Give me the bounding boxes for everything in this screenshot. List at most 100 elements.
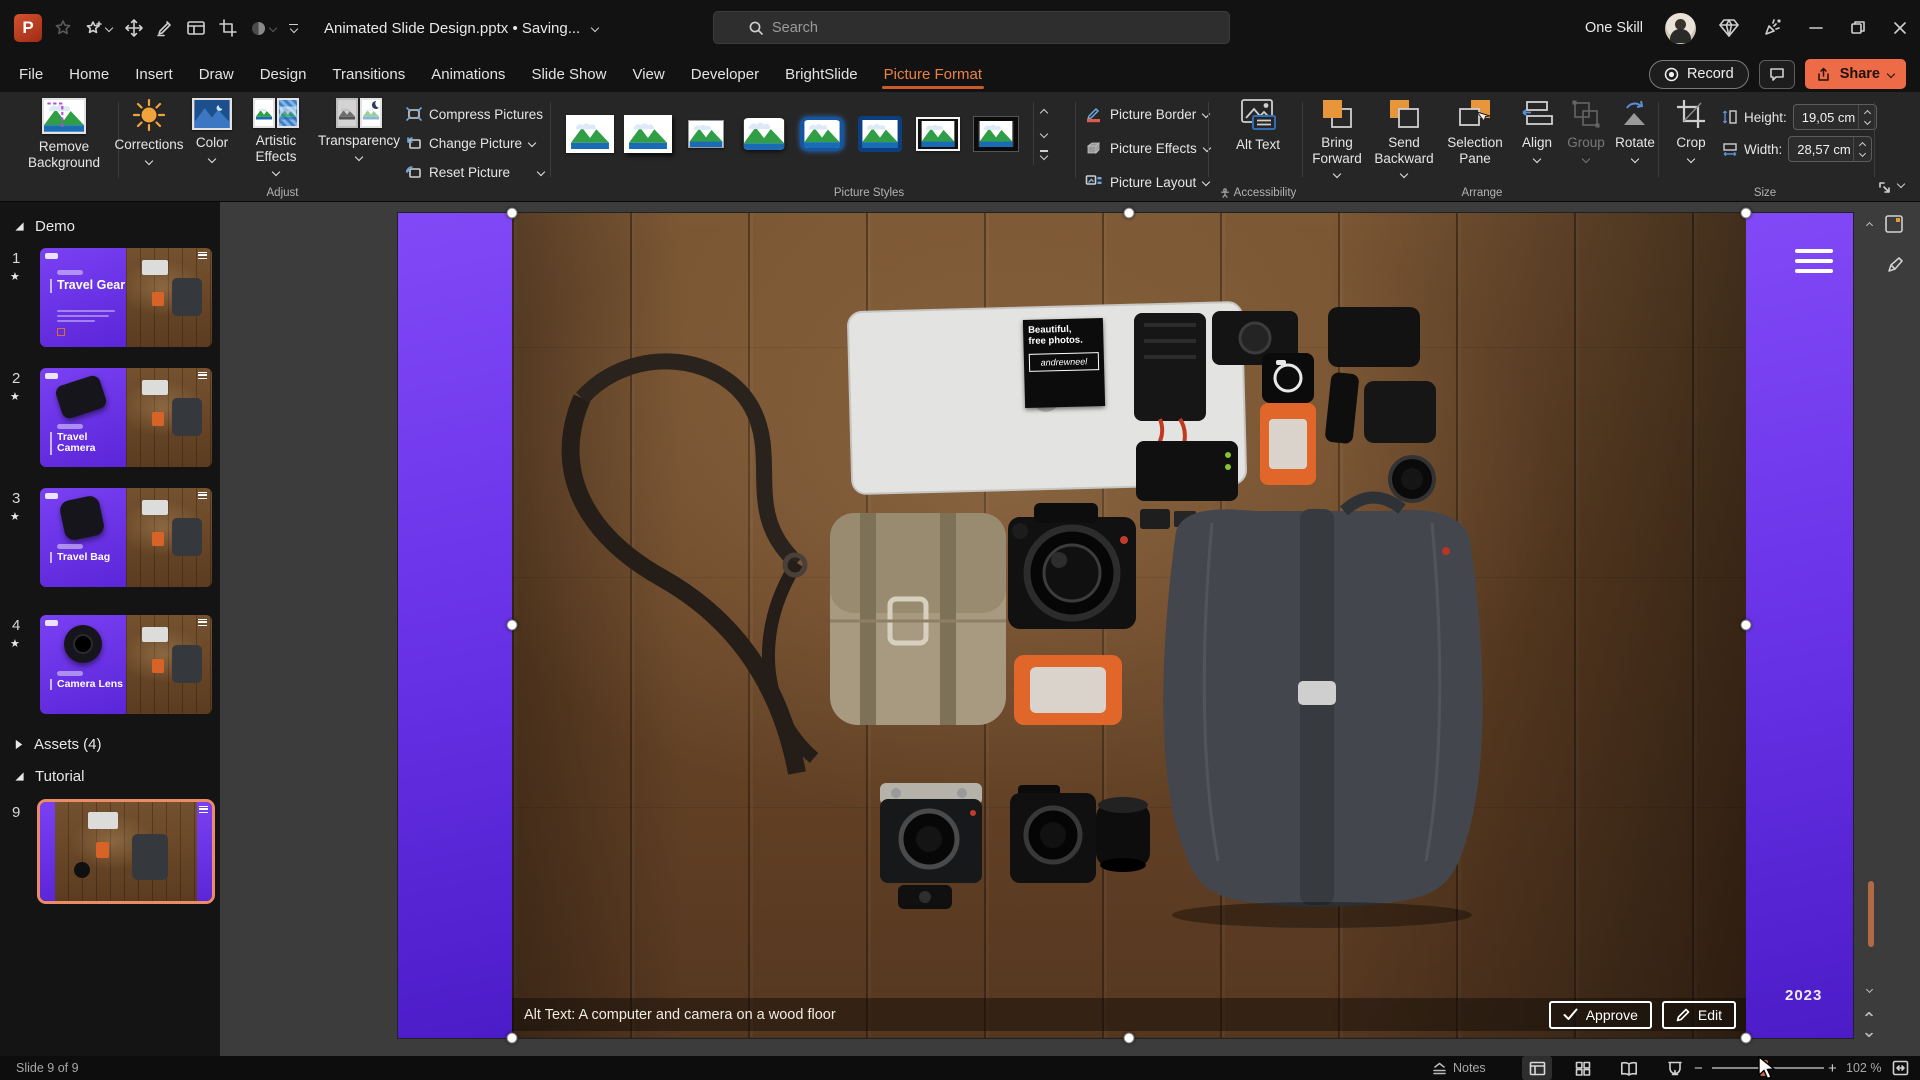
previous-slide-button[interactable] (1867, 1003, 1872, 1021)
width-input[interactable]: 28,57 cm (1788, 136, 1872, 162)
shape-fill-button[interactable] (250, 20, 276, 37)
slideshow-view-button[interactable] (1660, 1056, 1690, 1080)
rotate-button[interactable]: Rotate (1612, 98, 1658, 184)
comments-button[interactable] (1759, 60, 1795, 89)
crop-tool-icon[interactable] (219, 19, 237, 37)
approve-button[interactable]: Approve (1549, 1001, 1652, 1029)
task-pane-icon[interactable] (1884, 214, 1904, 234)
height-input[interactable]: 19,05 cm (1793, 104, 1877, 130)
fit-to-window-button[interactable] (1892, 1056, 1909, 1080)
photo-camera-gear[interactable]: Beautiful, free photos. andrewneel Alt T… (512, 213, 1746, 1038)
compress-pictures-button[interactable]: Compress Pictures (406, 102, 556, 126)
minimize-icon[interactable] (1806, 19, 1826, 37)
selection-handle[interactable] (1124, 208, 1135, 219)
search-box[interactable]: Search (713, 11, 1230, 44)
width-spinner[interactable] (1853, 137, 1871, 161)
record-button[interactable]: Record (1649, 60, 1749, 89)
tab-insert[interactable]: Insert (122, 56, 186, 92)
size-dialog-launcher-icon[interactable] (1878, 181, 1891, 194)
powerpoint-logo[interactable]: P (14, 14, 42, 42)
picture-style-thumb[interactable] (737, 102, 791, 166)
tab-transitions[interactable]: Transitions (319, 56, 418, 92)
picture-style-thumb[interactable] (563, 102, 617, 166)
notes-button[interactable]: Notes (1432, 1056, 1486, 1080)
artistic-effects-button[interactable]: Artistic Effects (240, 98, 312, 184)
tab-animations[interactable]: Animations (418, 56, 518, 92)
selection-handle[interactable] (1741, 1033, 1752, 1044)
normal-view-button[interactable] (1522, 1056, 1552, 1080)
picture-style-thumb[interactable] (853, 102, 907, 166)
move-tool-icon[interactable] (125, 19, 143, 37)
tab-developer[interactable]: Developer (678, 56, 772, 92)
send-backward-button[interactable]: Send Backward (1370, 98, 1438, 184)
zoom-level[interactable]: 102 % (1846, 1056, 1881, 1080)
favorite-star-icon[interactable] (54, 19, 72, 37)
picture-effects-button[interactable]: Picture Effects (1085, 134, 1211, 162)
whats-new-icon[interactable] (1762, 18, 1784, 38)
next-slide-button[interactable] (1867, 1025, 1872, 1043)
selection-handle[interactable] (507, 208, 518, 219)
change-picture-button[interactable]: Change Picture (406, 131, 556, 155)
restore-icon[interactable] (1848, 19, 1868, 37)
title-chevron-icon[interactable] (591, 24, 599, 32)
alt-text-button[interactable]: Alt Text (1226, 98, 1290, 184)
slide-thumbnail-2[interactable]: Travel Camera (40, 368, 212, 467)
zoom-slider-handle[interactable] (1760, 1060, 1768, 1076)
tab-slide-show[interactable]: Slide Show (518, 56, 619, 92)
share-button[interactable]: Share (1805, 59, 1906, 89)
picture-style-thumb[interactable] (911, 102, 965, 166)
tab-draw[interactable]: Draw (186, 56, 247, 92)
gallery-more-button[interactable] (1034, 144, 1054, 165)
remove-background-button[interactable]: Remove Background (16, 98, 112, 184)
slide[interactable]: Beautiful, free photos. andrewneel Alt T… (398, 213, 1853, 1038)
picture-border-button[interactable]: Picture Border (1085, 100, 1211, 128)
tab-picture-format[interactable]: Picture Format (871, 56, 995, 92)
tab-view[interactable]: View (619, 56, 677, 92)
section-tutorial[interactable]: Tutorial (14, 768, 84, 785)
tab-home[interactable]: Home (56, 56, 122, 92)
selection-handle[interactable] (1741, 620, 1752, 631)
color-button[interactable]: Color (186, 98, 238, 184)
section-demo[interactable]: Demo (14, 218, 75, 235)
edit-button[interactable]: Edit (1662, 1001, 1736, 1029)
gallery-up-button[interactable] (1034, 102, 1054, 123)
corrections-button[interactable]: Corrections (110, 98, 188, 184)
customize-qat-button[interactable] (289, 24, 298, 33)
collapse-ribbon-button[interactable] (1898, 176, 1904, 194)
picture-style-thumb[interactable] (679, 102, 733, 166)
zoom-slider-track[interactable] (1712, 1067, 1824, 1069)
tab-file[interactable]: File (6, 56, 56, 92)
selection-handle[interactable] (1124, 1033, 1135, 1044)
slide-indicator[interactable]: Slide 9 of 9 (16, 1056, 79, 1080)
star-add-button[interactable] (85, 19, 112, 37)
tab-design[interactable]: Design (247, 56, 320, 92)
tab-brightslide[interactable]: BrightSlide (772, 56, 871, 92)
layout-pane-icon[interactable] (187, 20, 206, 36)
slide-thumbnail-3[interactable]: Travel Bag (40, 488, 212, 587)
slide-thumbnail-4[interactable]: Camera Lens (40, 615, 212, 714)
account-name[interactable]: One Skill (1585, 20, 1643, 36)
close-icon[interactable] (1890, 19, 1910, 37)
vertical-scrollbar[interactable] (1866, 213, 1876, 1042)
reset-picture-button[interactable]: Reset Picture (406, 160, 556, 184)
picture-layout-button[interactable]: Picture Layout (1085, 168, 1211, 196)
scroll-down-icon[interactable] (1867, 981, 1872, 999)
selection-pane-button[interactable]: Selection Pane (1440, 98, 1510, 184)
picture-style-thumb[interactable] (795, 102, 849, 166)
slide-sorter-view-button[interactable] (1568, 1056, 1598, 1080)
premium-diamond-icon[interactable] (1718, 18, 1740, 38)
section-assets[interactable]: Assets (4) (14, 736, 102, 753)
highlighter-icon[interactable] (156, 19, 174, 37)
picture-style-thumb[interactable] (969, 102, 1023, 166)
scrollbar-thumb[interactable] (1868, 881, 1874, 947)
ink-pen-icon[interactable] (1886, 256, 1904, 274)
transparency-button[interactable]: Transparency (312, 98, 406, 184)
slide-thumbnail-1[interactable]: Travel Gear (40, 248, 212, 347)
avatar[interactable] (1665, 13, 1696, 44)
selection-handle[interactable] (507, 1033, 518, 1044)
picture-style-thumb[interactable] (621, 102, 675, 166)
selection-handle[interactable] (1741, 208, 1752, 219)
zoom-out-button[interactable]: − (1694, 1056, 1703, 1080)
gallery-down-button[interactable] (1034, 123, 1054, 144)
scroll-up-icon[interactable] (1867, 213, 1872, 231)
